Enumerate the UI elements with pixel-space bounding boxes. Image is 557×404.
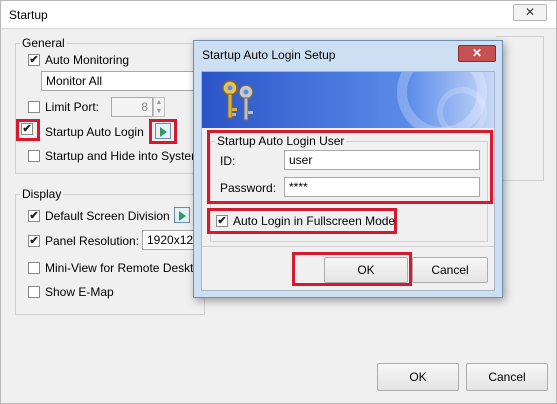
play-icon xyxy=(160,127,167,137)
cancel-button[interactable]: Cancel xyxy=(466,363,548,391)
auto-login-dialog: Startup Auto Login Setup ✕ Startup Auto … xyxy=(193,40,503,298)
startup-auto-login-label: Startup Auto Login xyxy=(45,125,144,139)
monitor-select[interactable]: Monitor All xyxy=(41,71,201,91)
startup-auto-login-checkbox[interactable]: ✔ xyxy=(21,123,33,135)
screen-division-button[interactable] xyxy=(174,207,190,223)
auto-monitoring-checkbox[interactable]: ✔ xyxy=(28,54,40,66)
window-title: Startup xyxy=(9,8,48,22)
limit-port-checkbox[interactable] xyxy=(28,101,40,113)
id-label: ID: xyxy=(220,154,236,168)
dialog-cancel-button[interactable]: Cancel xyxy=(412,257,488,283)
dialog-banner xyxy=(202,72,494,128)
id-input[interactable]: user xyxy=(284,150,480,170)
dialog-divider xyxy=(202,246,494,247)
mini-view-label: Mini-View for Remote Desktop xyxy=(45,261,207,275)
password-input[interactable]: **** xyxy=(284,177,480,197)
limit-port-spinner[interactable]: ▲ ▼ xyxy=(153,97,165,117)
panel-resolution-checkbox[interactable]: ✔ xyxy=(28,235,40,247)
dialog-body: Startup Auto Login User ID: user Passwor… xyxy=(201,71,495,291)
auto-monitoring-label: Auto Monitoring xyxy=(45,53,130,67)
show-emap-checkbox[interactable] xyxy=(28,286,40,298)
panel-resolution-label: Panel Resolution: xyxy=(45,234,140,248)
password-value: **** xyxy=(289,180,308,194)
dialog-ok-button[interactable]: OK xyxy=(324,257,408,283)
close-button[interactable]: ✕ xyxy=(513,4,547,21)
dialog-close-button[interactable]: ✕ xyxy=(458,45,496,62)
fullscreen-checkbox[interactable]: ✔ xyxy=(216,215,228,227)
startup-hide-checkbox[interactable] xyxy=(28,150,40,162)
limit-port-label: Limit Port: xyxy=(45,100,100,114)
dialog-title: Startup Auto Login Setup xyxy=(202,48,336,62)
default-screen-division-label: Default Screen Division xyxy=(45,209,170,223)
mini-view-checkbox[interactable] xyxy=(28,262,40,274)
ok-button[interactable]: OK xyxy=(377,363,459,391)
limit-port-input[interactable]: 8 xyxy=(111,97,153,117)
show-emap-label: Show E-Map xyxy=(45,285,114,299)
display-legend: Display xyxy=(22,187,62,201)
default-screen-division-checkbox[interactable]: ✔ xyxy=(28,210,40,222)
banner-decoration xyxy=(397,72,487,128)
title-bar: Startup ✕ xyxy=(1,1,556,29)
right-group-edge xyxy=(496,36,544,181)
password-label: Password: xyxy=(220,181,277,195)
monitor-select-value: Monitor All xyxy=(46,74,103,88)
limit-port-value: 8 xyxy=(141,100,148,114)
play-icon xyxy=(179,211,186,221)
startup-hide-label: Startup and Hide into System xyxy=(45,149,202,163)
auto-login-setup-button[interactable] xyxy=(155,123,171,139)
resolution-value: 1920x12 xyxy=(147,233,194,247)
fullscreen-label: Auto Login in Fullscreen Mode xyxy=(233,214,396,228)
id-value: user xyxy=(289,153,313,167)
keys-icon xyxy=(222,80,254,121)
general-legend: General xyxy=(22,36,65,50)
